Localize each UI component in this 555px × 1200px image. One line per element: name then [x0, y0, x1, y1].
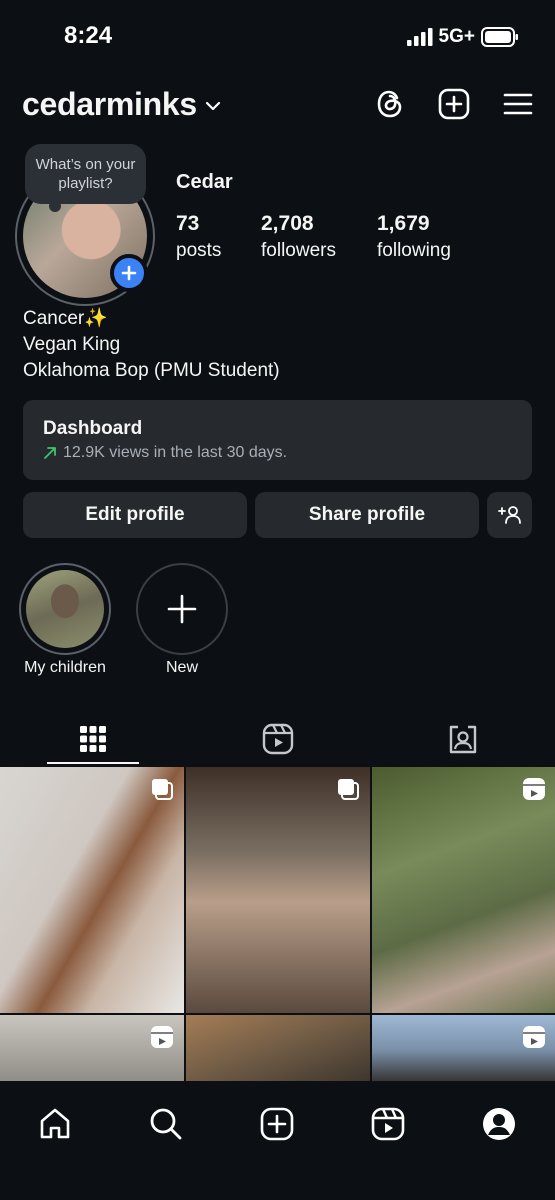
- reels-icon: [371, 1107, 405, 1141]
- reels-icon: [262, 723, 294, 755]
- nav-search[interactable]: [129, 1099, 203, 1149]
- reel-badge-icon: [522, 777, 546, 801]
- add-person-icon: [497, 505, 522, 525]
- share-profile-button[interactable]: Share profile: [255, 492, 479, 538]
- professional-dashboard[interactable]: Dashboard 12.9K views in the last 30 day…: [23, 400, 532, 480]
- tab-reels[interactable]: [185, 712, 370, 766]
- posts-grid: [0, 767, 555, 1081]
- signal-icon: [406, 28, 433, 46]
- dashboard-title: Dashboard: [43, 418, 143, 439]
- tagged-person-icon: [447, 723, 479, 755]
- discover-people-button[interactable]: [487, 492, 532, 538]
- bio-line: Vegan King: [23, 334, 121, 355]
- highlight-item[interactable]: My children: [19, 563, 111, 676]
- plus-icon: [121, 265, 137, 281]
- network-label: 5G+: [438, 26, 475, 47]
- stat-label: posts: [176, 240, 222, 261]
- highlight-label: New: [165, 659, 198, 676]
- bio-line: Cancer✨: [23, 308, 108, 329]
- bio-line: Oklahoma Bop (PMU Student): [23, 360, 280, 381]
- username-switcher[interactable]: cedarminks: [22, 86, 197, 123]
- nav-create[interactable]: [240, 1099, 314, 1149]
- highlight-ring: [19, 563, 111, 655]
- reel-badge-icon: [150, 1025, 174, 1049]
- status-time: 8:24: [64, 22, 113, 49]
- create-icon: [260, 1107, 294, 1141]
- threads-icon[interactable]: [375, 88, 405, 120]
- profile-avatar-icon: [482, 1107, 516, 1141]
- stat-followers[interactable]: 2,708 followers: [261, 212, 336, 262]
- dashboard-subtitle: 12.9K views in the last 30 days.: [63, 444, 288, 461]
- stat-following[interactable]: 1,679 following: [377, 212, 451, 262]
- edit-profile-button[interactable]: Edit profile: [23, 492, 247, 538]
- stat-value: 1,679: [377, 212, 430, 235]
- highlight-ring: [136, 563, 228, 655]
- profile-bio: Cancer✨ Vegan King Oklahoma Bop (PMU Stu…: [23, 306, 280, 384]
- grid-post[interactable]: [186, 1015, 370, 1081]
- grid-post[interactable]: [0, 767, 184, 1013]
- stat-value: 2,708: [261, 212, 314, 235]
- grid-post[interactable]: [0, 1015, 184, 1081]
- stat-value: 73: [176, 212, 200, 235]
- status-right: 5G+: [406, 26, 519, 48]
- status-bar: 8:24 5G+: [0, 0, 555, 74]
- highlight-label: My children: [24, 659, 106, 676]
- stat-label: followers: [261, 240, 336, 261]
- nav-profile[interactable]: [462, 1099, 536, 1149]
- chevron-down-icon[interactable]: [205, 101, 221, 111]
- plus-icon: [166, 593, 198, 625]
- home-icon: [38, 1107, 72, 1141]
- grid-post[interactable]: [186, 767, 370, 1013]
- carousel-icon: [336, 777, 360, 801]
- tab-tagged[interactable]: [370, 712, 555, 766]
- add-story-badge[interactable]: [110, 254, 148, 292]
- tab-posts-grid[interactable]: [0, 712, 185, 766]
- note-bubble[interactable]: What’s on your playlist?: [25, 144, 146, 212]
- stat-posts[interactable]: 73 posts: [176, 212, 221, 262]
- carousel-icon: [150, 777, 174, 801]
- new-highlight-button[interactable]: New: [136, 563, 228, 676]
- grid-post[interactable]: [372, 767, 555, 1013]
- highlight-cover: [26, 570, 104, 648]
- nav-home[interactable]: [18, 1099, 92, 1149]
- grid-icon: [79, 725, 107, 753]
- menu-icon[interactable]: [503, 92, 533, 116]
- nav-reels[interactable]: [351, 1099, 425, 1149]
- active-tab-indicator: [47, 762, 139, 764]
- profile-tabs: [0, 712, 555, 766]
- profile-header: cedarminks: [22, 78, 533, 130]
- grid-post[interactable]: [372, 1015, 555, 1081]
- dashboard-subtitle-row: 12.9K views in the last 30 days.: [43, 444, 512, 462]
- trend-up-icon: [43, 446, 57, 460]
- reel-badge-icon: [522, 1025, 546, 1049]
- profile-name: Cedar: [176, 171, 233, 193]
- battery-icon: [481, 27, 519, 47]
- bottom-nav: [0, 1081, 555, 1200]
- stat-label: following: [377, 240, 451, 261]
- search-icon: [149, 1107, 183, 1141]
- create-post-icon[interactable]: [438, 88, 470, 120]
